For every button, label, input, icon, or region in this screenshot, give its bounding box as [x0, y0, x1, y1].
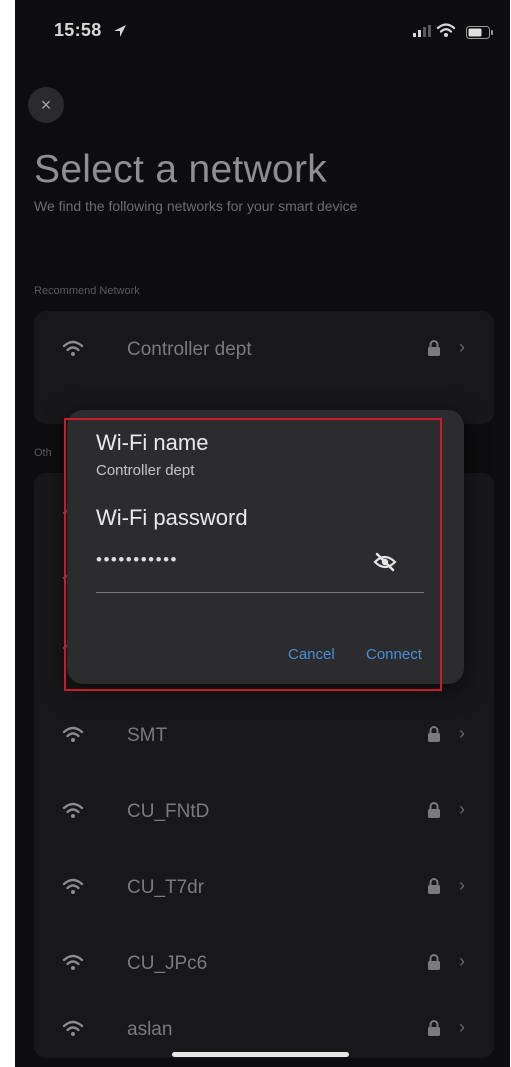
wifi-icon	[62, 878, 84, 894]
connect-button[interactable]: Connect	[366, 646, 422, 663]
network-row-recommended[interactable]: Controller dept ›	[34, 319, 494, 379]
password-input[interactable]: •••••••••••	[96, 550, 178, 570]
chevron-right-icon: ›	[459, 951, 465, 971]
network-name: Controller dept	[127, 339, 252, 360]
cancel-button[interactable]: Cancel	[288, 646, 335, 663]
phone-screen: 15:58 × Select a network We find the fol…	[15, 0, 510, 1067]
chevron-right-icon: ›	[459, 799, 465, 819]
lock-icon	[428, 802, 440, 818]
wifi-icon	[62, 726, 84, 742]
password-underline	[96, 592, 424, 593]
lock-icon	[428, 1020, 440, 1036]
home-indicator[interactable]	[172, 1052, 349, 1057]
section-label-recommend: Recommend Network	[34, 285, 140, 297]
wifi-icon	[62, 802, 84, 818]
lock-icon	[428, 726, 440, 742]
lock-icon	[428, 878, 440, 894]
recommended-network-card: Controller dept ›	[34, 311, 494, 424]
network-row[interactable]: aslan ›	[34, 999, 494, 1059]
network-name: aslan	[127, 1019, 173, 1040]
network-name: SMT	[127, 725, 168, 746]
wifi-name-value: Controller dept	[96, 462, 195, 479]
chevron-right-icon: ›	[459, 723, 465, 743]
section-label-other: Oth	[34, 447, 52, 459]
location-arrow-icon	[114, 25, 126, 37]
cellular-signal-icon	[413, 25, 431, 37]
lock-icon	[428, 340, 440, 356]
network-name: CU_JPc6	[127, 953, 208, 974]
lock-icon	[428, 954, 440, 970]
network-row[interactable]: CU_JPc6 ›	[34, 933, 494, 993]
wifi-connect-dialog: Wi-Fi name Controller dept Wi-Fi passwor…	[67, 410, 464, 684]
hide-password-icon[interactable]	[373, 552, 397, 572]
network-name: CU_FNtD	[127, 801, 210, 822]
page-subtitle: We find the following networks for your …	[34, 198, 358, 214]
network-name: CU_T7dr	[127, 877, 205, 898]
wifi-icon	[62, 1020, 84, 1036]
wifi-status-icon	[436, 23, 456, 37]
battery-icon	[466, 26, 493, 39]
chevron-right-icon: ›	[459, 875, 465, 895]
network-row[interactable]: CU_FNtD ›	[34, 781, 494, 841]
network-row[interactable]: SMT ›	[34, 705, 494, 765]
wifi-icon	[62, 954, 84, 970]
wifi-name-label: Wi-Fi name	[96, 430, 209, 455]
wifi-icon	[62, 340, 84, 356]
chevron-right-icon: ›	[459, 1017, 465, 1037]
status-bar: 15:58	[15, 14, 510, 54]
page-title: Select a network	[34, 148, 328, 191]
close-button[interactable]: ×	[28, 87, 64, 123]
chevron-right-icon: ›	[459, 337, 465, 357]
wifi-password-label: Wi-Fi password	[96, 505, 248, 530]
status-time: 15:58	[54, 20, 102, 40]
network-row[interactable]: CU_T7dr ›	[34, 857, 494, 917]
